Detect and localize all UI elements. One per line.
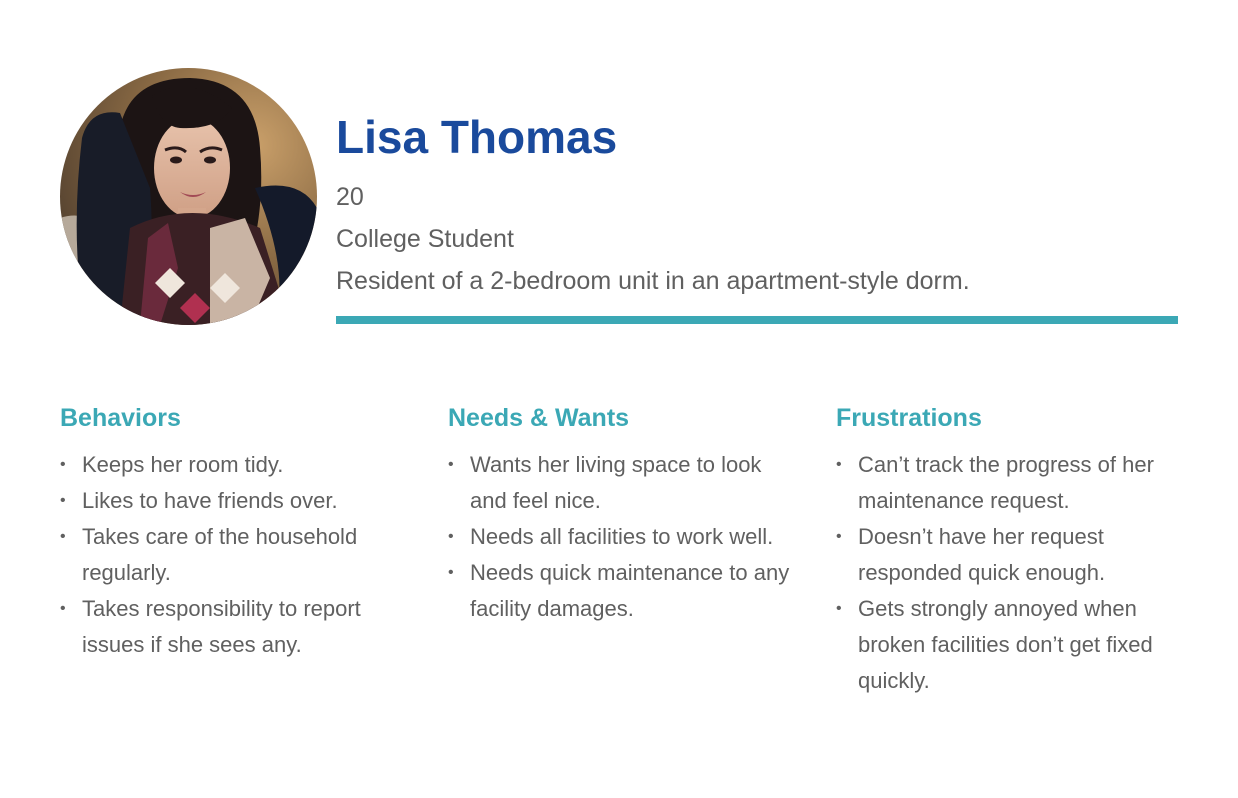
bullet-icon: • (448, 528, 454, 545)
frustrations-item: • Doesn’t have her request responded quic… (836, 519, 1196, 591)
frustrations-heading: Frustrations (836, 404, 982, 432)
needs-wants-item: • Wants her living space to look and feel… (448, 447, 808, 519)
needs-wants-section: Needs & Wants • Wants her living space to… (448, 404, 808, 627)
frustrations-item-text: Gets strongly annoyed when broken facili… (858, 596, 1153, 693)
bullet-icon: • (836, 456, 842, 473)
behaviors-section: Behaviors • Keeps her room tidy. • Likes t… (60, 404, 420, 663)
needs-wants-item-text: Needs all facilities to work well. (470, 524, 774, 549)
persona-occupation: College Student (336, 225, 514, 253)
behaviors-item: • Keeps her room tidy. (60, 447, 420, 483)
behaviors-list: • Keeps her room tidy. • Likes to have fri… (60, 447, 420, 663)
bullet-icon: • (448, 456, 454, 473)
behaviors-heading: Behaviors (60, 404, 181, 432)
behaviors-item: • Takes care of the household regularly. (60, 519, 420, 591)
behaviors-item-text: Takes responsibility to report issues if… (82, 596, 361, 657)
frustrations-list: • Can’t track the progress of her mainten… (836, 447, 1196, 699)
bullet-icon: • (60, 492, 66, 509)
header-divider (336, 316, 1178, 324)
needs-wants-heading: Needs & Wants (448, 404, 630, 432)
frustrations-item-text: Doesn’t have her request responded quick… (858, 524, 1106, 585)
behaviors-item: • Likes to have friends over. (60, 483, 420, 519)
bullet-icon: • (60, 456, 66, 473)
frustrations-item-text: Can’t track the progress of her maintena… (858, 452, 1154, 513)
behaviors-item-text: Likes to have friends over. (82, 488, 338, 513)
portrait-photo (60, 68, 317, 325)
behaviors-item: • Takes responsibility to report issues i… (60, 591, 420, 663)
needs-wants-item: • Needs quick maintenance to any facility… (448, 555, 808, 627)
bullet-icon: • (60, 600, 66, 617)
needs-wants-list: • Wants her living space to look and feel… (448, 447, 808, 627)
bullet-icon: • (448, 564, 454, 581)
frustrations-item: • Gets strongly annoyed when broken facil… (836, 591, 1196, 699)
persona-name: Lisa Thomas (336, 111, 618, 163)
behaviors-item-text: Keeps her room tidy. (82, 452, 284, 477)
frustrations-item: • Can’t track the progress of her mainten… (836, 447, 1196, 519)
behaviors-item-text: Takes care of the household regularly. (82, 524, 358, 585)
needs-wants-item-text: Needs quick maintenance to any facility … (470, 560, 790, 621)
needs-wants-item: • Needs all facilities to work well. (448, 519, 808, 555)
needs-wants-item-text: Wants her living space to look and feel … (470, 452, 762, 513)
persona-residence: Resident of a 2-bedroom unit in an apart… (336, 267, 970, 295)
persona-age: 20 (336, 183, 364, 211)
bullet-icon: • (836, 600, 842, 617)
bullet-icon: • (60, 528, 66, 545)
avatar (60, 68, 317, 325)
frustrations-section: Frustrations • Can’t track the progress o… (836, 404, 1196, 699)
bullet-icon: • (836, 528, 842, 545)
